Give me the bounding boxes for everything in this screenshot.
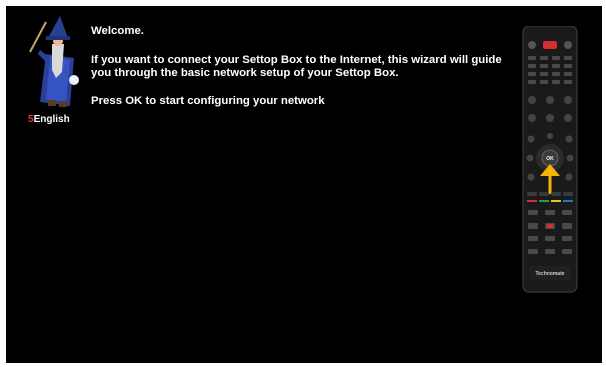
remote-power-button [543,41,557,49]
wizard-description: If you want to connect your Settop Box t… [91,54,502,79]
remote-brand-label: Technomate [535,271,564,277]
remote-control-image: OK Technomate [521,25,579,294]
wizard-instruction: Press OK to start configuring your netwo… [91,95,325,107]
wizard-title: Welcome. [91,25,144,37]
remote-ok-label: OK [546,156,554,162]
wizard-mascot-image [26,14,96,124]
wizard-screen: 5English Welcome. If you want to connect… [6,6,602,363]
language-name: English [33,114,70,125]
wizard-text: Welcome. If you want to connect your Set… [91,25,511,108]
language-indicator: 5English [28,114,70,125]
